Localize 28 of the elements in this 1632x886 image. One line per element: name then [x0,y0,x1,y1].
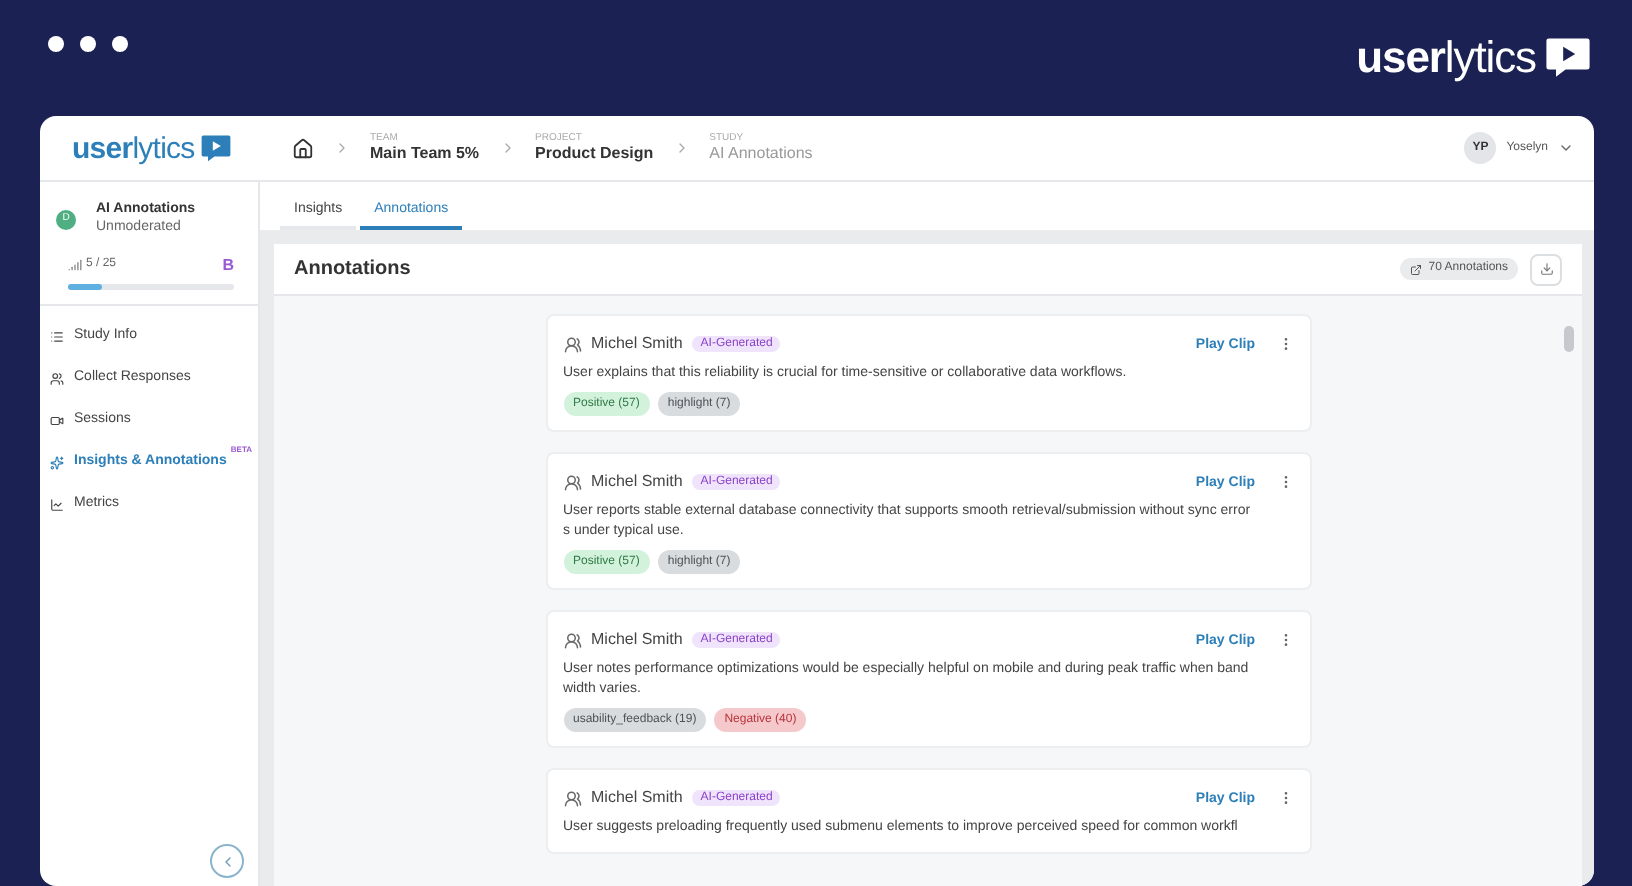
nav-icon [50,455,64,469]
play-bubble-icon [200,133,233,163]
breadcrumb-link[interactable]: Main Team 5% [370,144,480,165]
download-icon [1539,262,1553,276]
participant-icon [563,789,581,807]
play-bubble-icon [1544,36,1592,80]
author-name: Michel Smith [591,474,683,490]
breadcrumb-link[interactable]: Product Design [535,144,654,165]
author-name: Michel Smith [591,632,683,648]
chevron-right-icon [334,140,350,156]
home-icon[interactable] [292,137,314,159]
export-icon [1410,263,1423,275]
panel-title: Annotations [294,256,411,284]
participant-icon [563,473,581,491]
scrollbar-thumb[interactable] [1564,326,1574,352]
nav-icon [50,371,64,385]
nav-icon [50,413,64,427]
author-name: Michel Smith [591,790,683,806]
nav-icon [50,329,64,343]
chevron-down-icon[interactable] [1558,140,1574,156]
signal-icon [68,258,82,272]
author-name: Michel Smith [591,336,683,352]
app-logo: userlytics [72,133,195,163]
participant-icon [563,631,581,649]
participant-icon [563,335,581,353]
plan-letter: B [222,253,234,277]
brand-logo: userlytics [1356,36,1536,80]
nav-icon [50,497,64,511]
